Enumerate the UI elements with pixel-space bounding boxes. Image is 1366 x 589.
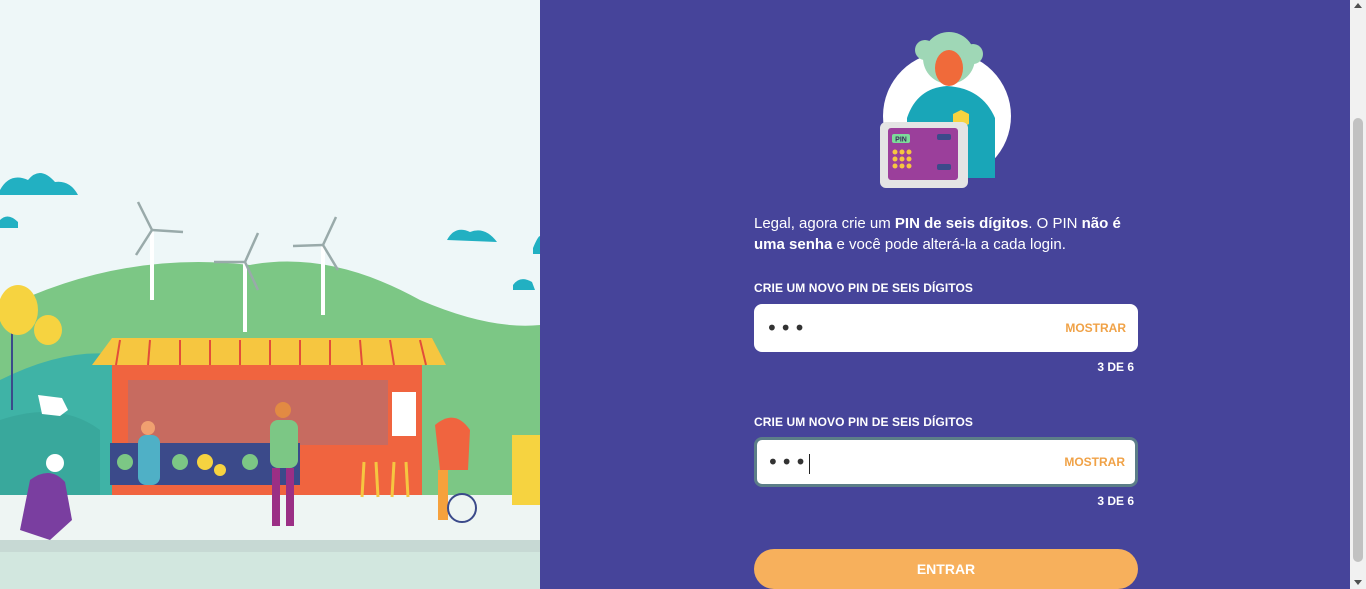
intro-text-2: . O PIN	[1028, 215, 1082, 232]
new-pin-label: CRIE UM NOVO PIN DE SEIS DÍGITOS	[754, 281, 974, 295]
market-illustration	[0, 0, 540, 589]
confirm-pin-value-wrap: •••	[767, 450, 811, 474]
confirm-pin-counter: 3 DE 6	[1097, 494, 1134, 508]
page-scrollbar[interactable]	[1350, 0, 1366, 589]
intro-bold-1: PIN de seis dígitos	[894, 215, 1029, 232]
confirm-pin-label: CRIE UM NOVO PIN DE SEIS DÍGITOS	[754, 415, 974, 429]
new-pin-value: •••	[766, 316, 808, 340]
scrollbar-thumb[interactable]	[1353, 118, 1363, 562]
intro-text-1: Legal, agora crie um	[754, 215, 895, 232]
new-pin-counter: 3 DE 6	[1097, 360, 1134, 374]
confirm-pin-input[interactable]: ••• MOSTRAR	[754, 437, 1138, 487]
enter-button[interactable]: ENTRAR	[754, 549, 1138, 589]
safe-pin-label: PIN	[895, 137, 907, 144]
login-panel: PIN Legal, agora crie um PIN de seis díg…	[540, 0, 1350, 589]
new-pin-input[interactable]: ••• MOSTRAR	[754, 304, 1138, 352]
show-new-pin-button[interactable]: MOSTRAR	[1065, 321, 1126, 335]
text-caret	[809, 453, 811, 474]
confirm-pin-value: •••	[767, 450, 809, 474]
scroll-down-arrow-icon[interactable]	[1354, 580, 1362, 585]
scroll-up-arrow-icon[interactable]	[1354, 3, 1362, 8]
show-confirm-pin-button[interactable]: MOSTRAR	[1064, 455, 1125, 469]
pin-safe-illustration: PIN	[880, 32, 1011, 188]
pin-instructions: Legal, agora crie um PIN de seis dígitos…	[754, 213, 1138, 255]
intro-text-3: e você pode alterá-la a cada login.	[832, 236, 1066, 253]
